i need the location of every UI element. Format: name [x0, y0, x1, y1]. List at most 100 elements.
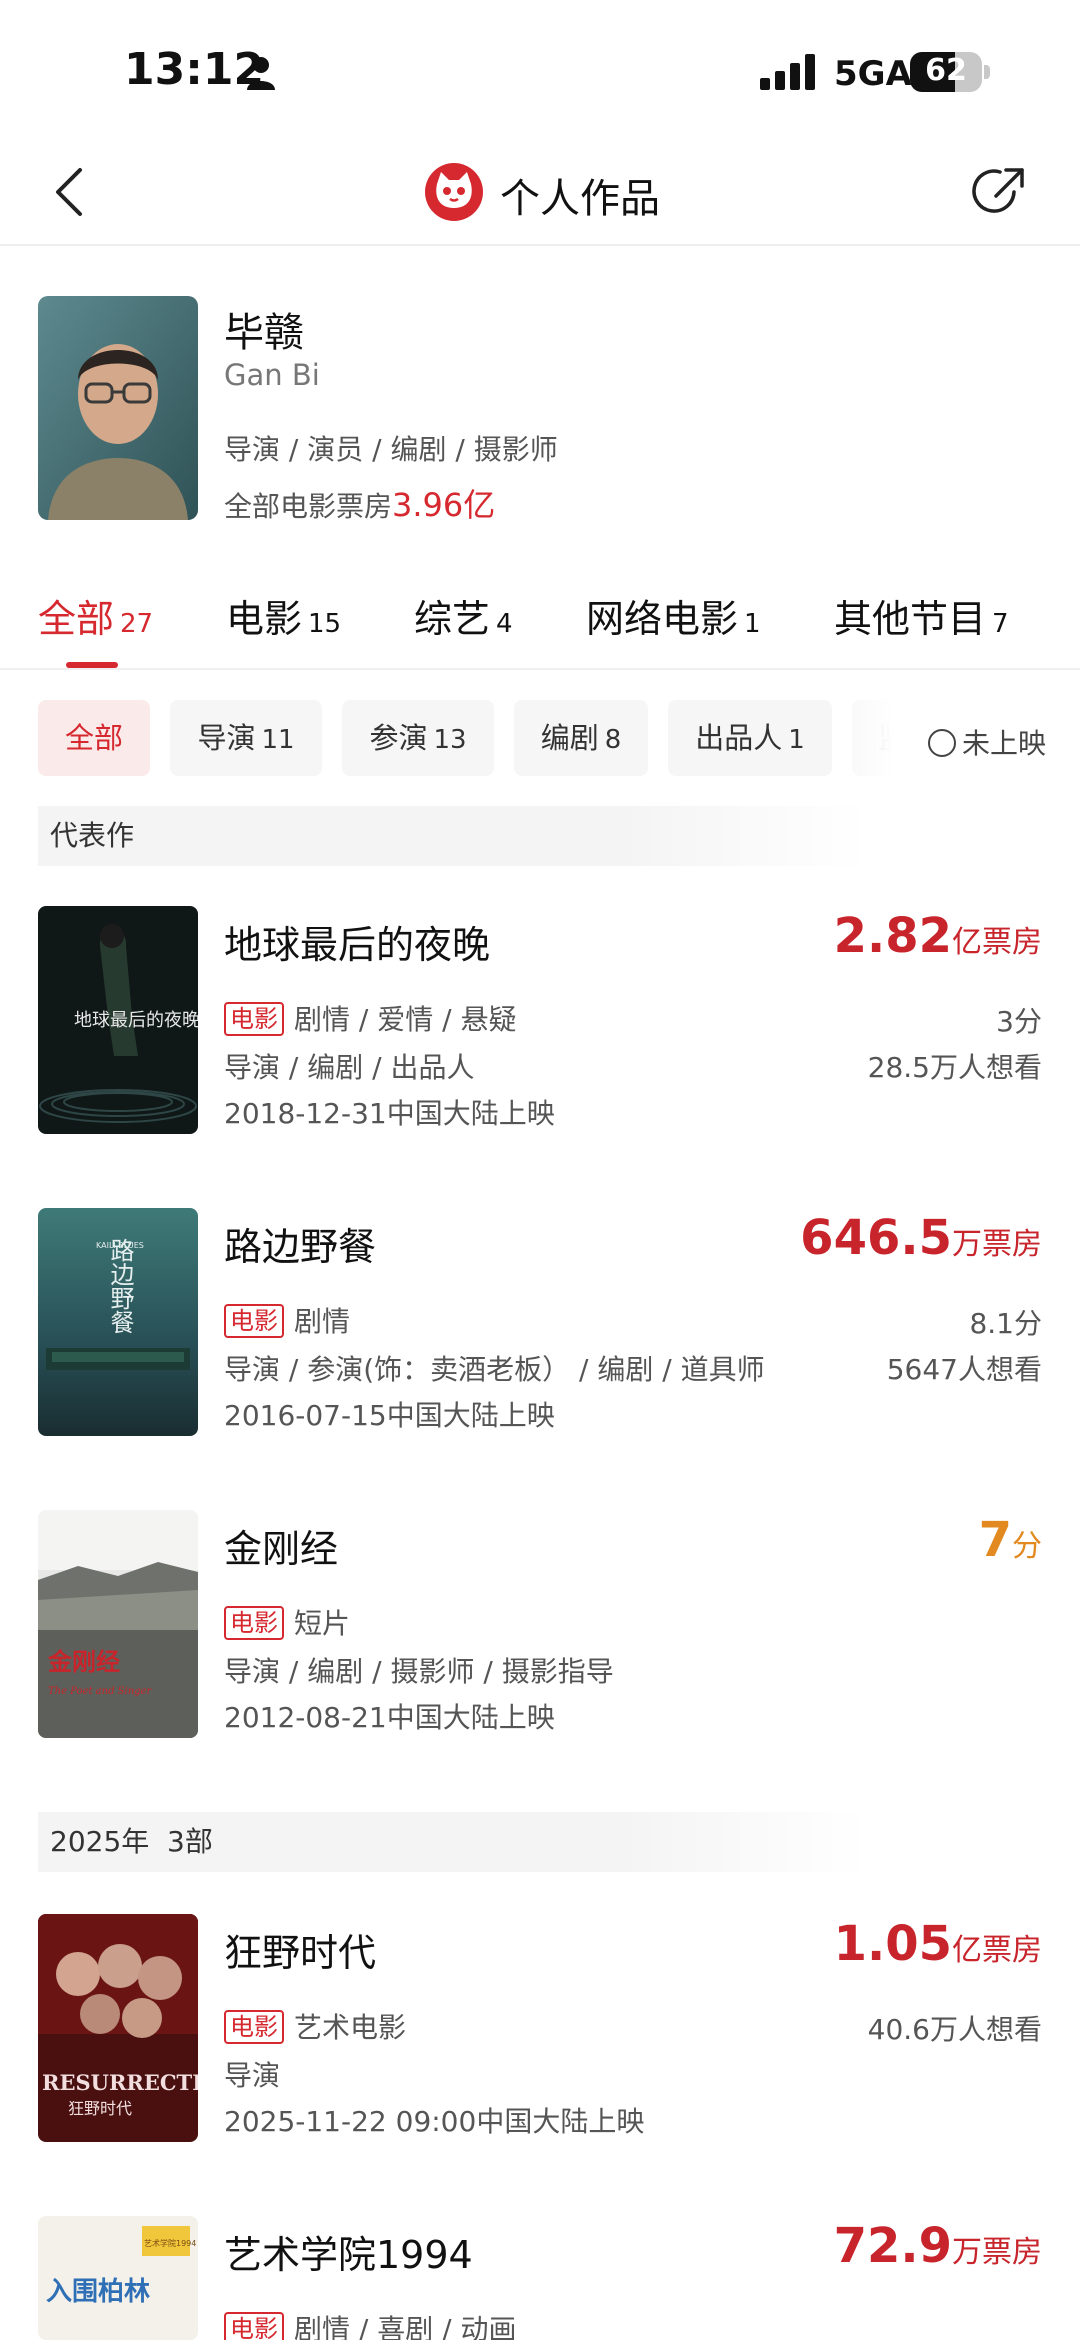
person-name-en: Gan Bi	[224, 358, 320, 392]
chip-label: 全部	[64, 721, 123, 755]
box-office-stat: 646.5万票房	[800, 1210, 1042, 1266]
poster-image[interactable]: 金刚经 The Poet and Singer	[38, 1510, 198, 1738]
work-roles: 导演 / 参演(饰：卖酒老板） / 编剧 / 道具师	[224, 1353, 765, 1386]
chip-count: 8	[604, 725, 622, 755]
want-to-see: 40.6万人想看	[867, 2013, 1042, 2046]
chip-count: 1	[788, 725, 805, 755]
work-genres: 艺术电影	[294, 2011, 407, 2044]
rating-stat: 7分	[979, 1512, 1042, 1568]
share-icon[interactable]	[970, 162, 1030, 222]
type-tag: 电影	[224, 2312, 284, 2340]
stat-value: 7	[978, 1512, 1012, 1568]
work-item[interactable]: 金刚经 The Poet and Singer 金刚经 7分 电影 短片 导演 /…	[0, 1510, 1080, 1742]
cat-logo-icon	[425, 163, 483, 221]
poster-sub-text: 艺术学院1994	[144, 2238, 196, 2248]
work-genres-line: 电影 短片	[224, 1602, 350, 1642]
person-roles: 导演 / 演员 / 编剧 / 摄影师	[224, 433, 558, 466]
chip-label: 出品人	[695, 721, 783, 755]
filter-director[interactable]: 导演 11	[170, 700, 322, 776]
work-item[interactable]: RESURRECTION 狂野时代 狂野时代 1.05亿票房 电影艺术电影 40…	[0, 1914, 1080, 2146]
tab-label: 网络电影	[586, 597, 739, 641]
tab-web-movie[interactable]: 网络电影 1	[586, 588, 761, 643]
chip-label: 参演	[369, 721, 428, 755]
want-to-see: 28.5万人想看	[867, 1051, 1042, 1084]
stat-unit: 亿票房	[952, 1933, 1042, 1968]
chip-scroll-fade	[830, 700, 920, 776]
box-office-label: 全部电影票房	[224, 490, 393, 523]
box-office-stat: 1.05亿票房	[834, 1916, 1042, 1972]
work-genres-line: 电影 剧情 / 喜剧 / 动画	[224, 2308, 516, 2340]
work-genres-line: 电影 剧情	[224, 1300, 350, 1340]
work-title[interactable]: 狂野时代	[224, 1922, 376, 1977]
tab-count: 4	[496, 609, 513, 639]
tab-count: 1	[744, 609, 761, 639]
back-arrow-icon[interactable]	[50, 162, 90, 222]
work-score: 3分	[996, 1005, 1042, 1038]
tab-movie[interactable]: 电影 15	[226, 588, 341, 643]
work-roles: 导演 / 编剧 / 出品人	[224, 1051, 475, 1084]
poster-sub-text: 狂野时代	[68, 2099, 132, 2118]
work-title[interactable]: 艺术学院1994	[224, 2224, 473, 2279]
poster-image[interactable]: RESURRECTION 狂野时代	[38, 1914, 198, 2142]
box-office-value: 3.96亿	[392, 486, 496, 524]
box-office-stat: 2.82亿票房	[834, 908, 1042, 964]
work-item[interactable]: 地球最后的夜晚 地球最后的夜晚 2.82亿票房 电影 剧情 / 爱情 / 悬疑 3…	[0, 906, 1080, 1138]
work-genres-line: 电影 剧情 / 爱情 / 悬疑	[224, 998, 516, 1038]
tab-label: 其他节目	[834, 597, 987, 641]
poster-image[interactable]: 入围柏林 艺术学院1994	[38, 2216, 198, 2340]
filter-actor[interactable]: 参演 13	[342, 700, 494, 776]
stat-unit: 分	[1012, 1529, 1042, 1564]
section-representative: 代表作	[38, 806, 868, 866]
poster-image[interactable]: 路边野餐 KAILI BLUES	[38, 1208, 198, 1436]
chip-label: 导演	[197, 721, 256, 755]
type-tag: 电影	[224, 2010, 284, 2044]
stat-unit: 亿票房	[952, 925, 1042, 960]
filter-all[interactable]: 全部	[38, 700, 150, 776]
tab-label: 全部	[38, 597, 115, 641]
avatar[interactable]	[38, 296, 198, 520]
work-item[interactable]: 入围柏林 艺术学院1994 艺术学院1994 72.9万票房 电影 剧情 / 喜剧…	[0, 2216, 1080, 2340]
work-genres: 剧情 / 喜剧 / 动画	[294, 2313, 517, 2340]
stat-value: 2.82	[833, 908, 952, 964]
tab-active-indicator	[66, 662, 118, 668]
tab-count: 7	[992, 609, 1009, 639]
tab-other-shows[interactable]: 其他节目 7	[834, 588, 1009, 643]
radio-icon	[928, 729, 956, 757]
poster-title-text: 入围柏林	[46, 2277, 150, 2307]
work-score: 8.1分	[969, 1307, 1042, 1340]
tab-all[interactable]: 全部 27	[38, 588, 153, 643]
page-title: 个人作品	[500, 176, 660, 222]
stat-value: 72.9	[833, 2218, 952, 2274]
role-filter-chips: 全部 导演11 参演13 编剧8 出品人1 监 未上映	[0, 692, 1080, 782]
work-genres-line: 电影 艺术电影	[224, 2006, 406, 2046]
poster-title-text: RESURRECTION	[42, 2070, 198, 2095]
battery-icon: 62	[910, 52, 990, 92]
work-item[interactable]: 路边野餐 KAILI BLUES 路边野餐 646.5万票房 电影 剧情 8.1分…	[0, 1208, 1080, 1440]
work-title[interactable]: 地球最后的夜晚	[224, 914, 490, 969]
stat-unit: 万票房	[952, 1227, 1042, 1262]
person-name: 毕赣	[224, 310, 304, 356]
poster-title-text: 路边野餐	[106, 1238, 134, 1334]
type-tag: 电影	[224, 1002, 284, 1036]
status-bar: 13:12 5GA 62	[0, 0, 1080, 140]
tab-variety[interactable]: 综艺 4	[414, 588, 513, 643]
release-date: 2018-12-31中国大陆上映	[224, 1097, 555, 1130]
tab-label: 综艺	[414, 597, 491, 641]
unreleased-toggle[interactable]: 未上映	[928, 722, 1046, 762]
release-date: 2025-11-22 09:00中国大陆上映	[224, 2105, 645, 2138]
box-office-stat: 72.9万票房	[834, 2218, 1042, 2274]
work-genres: 短片	[294, 1607, 351, 1640]
tab-count: 27	[120, 609, 154, 639]
total-box-office: 全部电影票房3.96亿	[224, 480, 495, 526]
filter-writer[interactable]: 编剧 8	[514, 700, 648, 776]
chip-count: 11	[261, 725, 295, 755]
filter-producer[interactable]: 出品人 1	[668, 700, 832, 776]
stat-value: 646.5	[800, 1210, 952, 1266]
category-tabs: 全部 27 电影 15 综艺 4 网络电影 1 其他节目 7	[0, 560, 1080, 670]
poster-sub-text: KAILI BLUES	[96, 1241, 144, 1250]
release-date: 2012-08-21中国大陆上映	[224, 1701, 555, 1734]
work-title[interactable]: 金刚经	[224, 1518, 338, 1573]
work-title[interactable]: 路边野餐	[224, 1216, 376, 1271]
poster-image[interactable]: 地球最后的夜晚	[38, 906, 198, 1134]
work-genres: 剧情	[294, 1305, 351, 1338]
